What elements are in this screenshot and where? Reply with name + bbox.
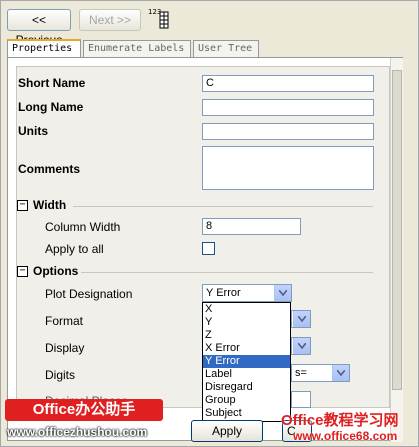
format-select[interactable]	[291, 310, 311, 328]
dropdown-option[interactable]: Y	[203, 316, 290, 329]
display-label: Display	[45, 341, 85, 355]
dropdown-option[interactable]: Subject	[203, 407, 290, 420]
short-name-label: Short Name	[18, 76, 86, 90]
decimal-places-input[interactable]	[291, 391, 311, 408]
long-name-label: Long Name	[18, 100, 84, 114]
spreadsheet-tool-icon[interactable]: 123	[148, 8, 170, 30]
comments-label: Comments	[18, 162, 81, 176]
icon-number-label: 123	[148, 8, 162, 16]
short-name-input[interactable]: C	[202, 75, 374, 92]
width-section-divider	[73, 206, 373, 207]
units-input[interactable]	[202, 123, 374, 140]
dropdown-option-selected[interactable]: Y Error	[203, 355, 290, 368]
dropdown-option[interactable]: Group	[203, 394, 290, 407]
tab-enumerate-labels[interactable]: Enumerate Labels	[83, 40, 191, 57]
watermark-right-title: Office教程学习网	[281, 412, 399, 429]
watermark-right-url: www.office68.com	[293, 429, 398, 443]
options-section-divider	[81, 272, 373, 273]
digits-label: Digits	[45, 368, 76, 382]
scrollbar-thumb[interactable]	[392, 70, 402, 390]
tab-properties[interactable]: Properties	[7, 39, 81, 58]
options-collapse-toggle[interactable]: −	[17, 266, 28, 277]
plot-designation-label: Plot Designation	[45, 287, 133, 301]
plot-designation-value: Y Error	[206, 287, 241, 299]
options-section-title: Options	[33, 264, 79, 278]
chevron-down-icon[interactable]	[274, 285, 291, 301]
dropdown-option[interactable]: X Error	[203, 342, 290, 355]
watermark-left-title: Office办公助手	[5, 399, 163, 421]
apply-to-all-checkbox[interactable]	[202, 242, 215, 255]
apply-to-all-label: Apply to all	[45, 242, 104, 256]
next-button[interactable]: Next >>	[79, 9, 141, 31]
column-width-label: Column Width	[45, 220, 121, 234]
dropdown-option[interactable]: X	[203, 303, 290, 316]
watermark-left-url: www.officezhushou.com	[7, 425, 148, 439]
plot-designation-dropdown[interactable]: X Y Z X Error Y Error Label Disregard Gr…	[202, 302, 291, 422]
vertical-scrollbar[interactable]	[390, 58, 403, 442]
previous-button[interactable]: << Previous	[7, 9, 71, 47]
chevron-down-icon[interactable]	[332, 365, 349, 381]
dialog-window: << Previous Next >> 123 Properties Enume…	[0, 0, 419, 447]
chevron-down-icon[interactable]	[293, 338, 310, 354]
units-label: Units	[18, 124, 48, 138]
chevron-down-icon[interactable]	[293, 311, 310, 327]
digits-value: s=	[295, 367, 307, 379]
dropdown-option[interactable]: Label	[203, 368, 290, 381]
dropdown-option[interactable]: Z	[203, 329, 290, 342]
dropdown-option[interactable]: Disregard	[203, 381, 290, 394]
long-name-input[interactable]	[202, 99, 374, 116]
digits-select[interactable]: s=	[291, 364, 350, 382]
format-label: Format	[45, 314, 84, 328]
apply-button[interactable]: Apply	[191, 420, 263, 442]
plot-designation-select[interactable]: Y Error	[202, 284, 292, 302]
width-section-title: Width	[33, 198, 67, 212]
width-collapse-toggle[interactable]: −	[17, 200, 28, 211]
display-select[interactable]	[291, 337, 311, 355]
comments-textarea[interactable]	[202, 146, 374, 190]
tab-user-tree[interactable]: User Tree	[193, 40, 259, 57]
column-width-input[interactable]: 8	[202, 218, 301, 235]
